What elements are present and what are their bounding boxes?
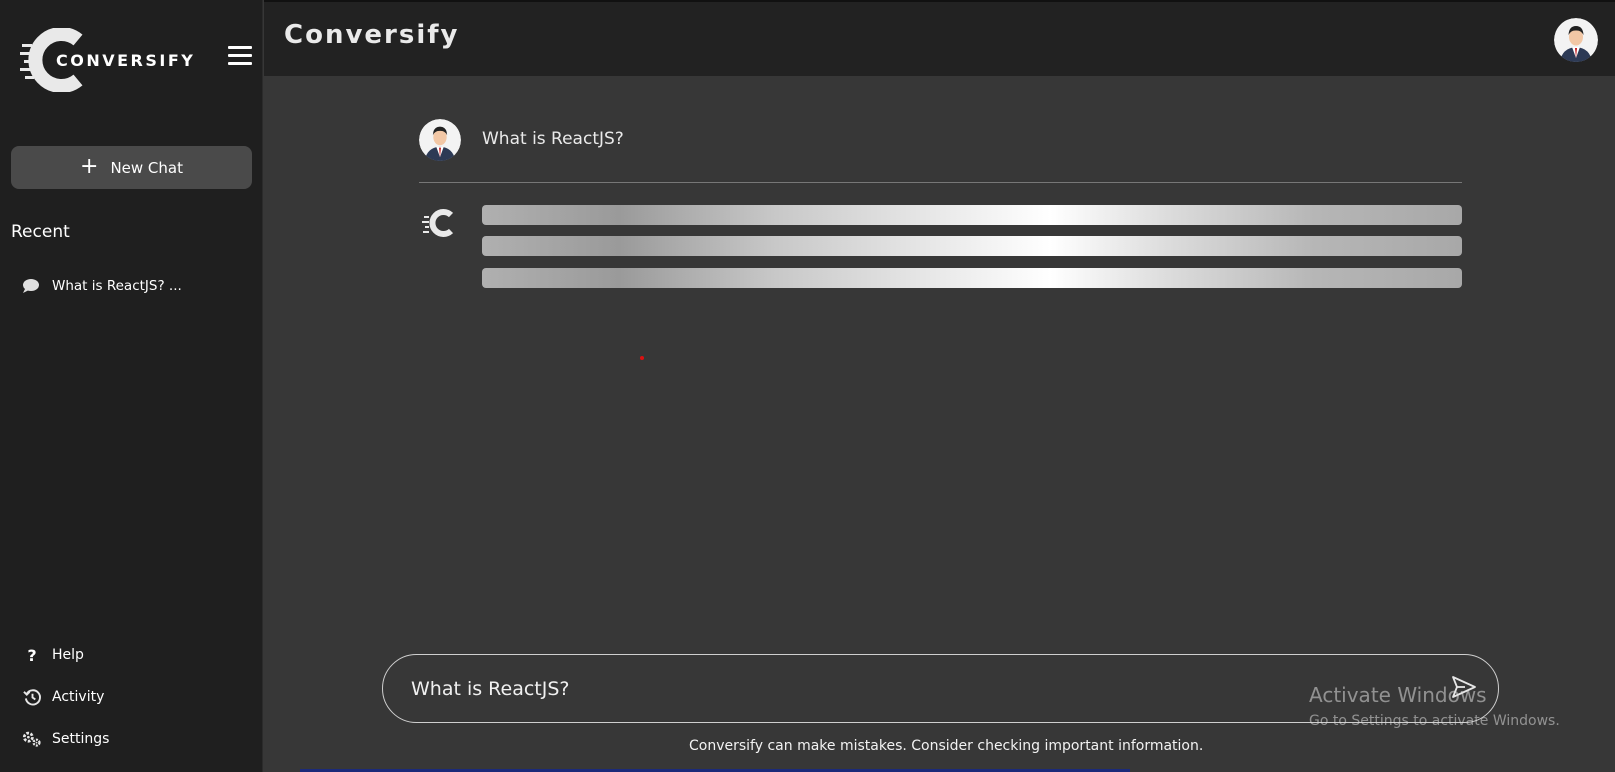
recent-chat-label: What is ReactJS? ... <box>52 278 182 294</box>
recent-chat-item[interactable]: What is ReactJS? ... <box>22 278 182 294</box>
user-avatar-icon <box>1554 18 1598 62</box>
settings-button[interactable]: Settings <box>22 729 109 749</box>
help-label: Help <box>52 647 84 663</box>
disclaimer-text: Conversify can make mistakes. Consider c… <box>689 738 1204 754</box>
loading-bar <box>482 268 1462 288</box>
question-icon: ? <box>27 645 37 665</box>
conversify-logo[interactable]: CONVERSIFY <box>20 27 193 93</box>
app-title: Conversify <box>284 20 460 50</box>
gears-icon <box>22 729 42 749</box>
logo-text: CONVERSIFY <box>56 51 196 70</box>
activity-button[interactable]: Activity <box>22 687 104 707</box>
cursor-dot <box>640 356 644 360</box>
user-avatar-icon <box>419 119 461 161</box>
windows-activation-watermark: Activate Windows Go to Settings to activ… <box>1309 683 1560 729</box>
loading-bar <box>482 236 1462 256</box>
watermark-subtitle: Go to Settings to activate Windows. <box>1309 713 1560 729</box>
settings-label: Settings <box>52 731 110 747</box>
sidebar: CONVERSIFY + New Chat Recent What is Rea… <box>0 0 263 772</box>
top-bar: Conversify <box>264 0 1615 76</box>
hamburger-menu-icon[interactable] <box>228 46 252 68</box>
user-avatar[interactable] <box>1554 18 1598 62</box>
new-chat-label: New Chat <box>110 158 183 177</box>
message-divider <box>419 182 1462 183</box>
bot-logo-icon <box>422 208 456 238</box>
new-chat-button[interactable]: + New Chat <box>11 146 252 189</box>
plus-icon: + <box>80 153 99 179</box>
user-message-text: What is ReactJS? <box>482 129 624 149</box>
history-icon <box>22 687 42 707</box>
watermark-title: Activate Windows <box>1309 683 1487 707</box>
prompt-input[interactable] <box>411 673 1391 705</box>
loading-bar <box>482 205 1462 225</box>
user-message-avatar <box>419 119 461 161</box>
recent-heading: Recent <box>11 222 70 242</box>
activity-label: Activity <box>52 689 105 705</box>
help-button[interactable]: ? Help <box>22 645 84 665</box>
chat-bubble-icon <box>23 279 39 293</box>
